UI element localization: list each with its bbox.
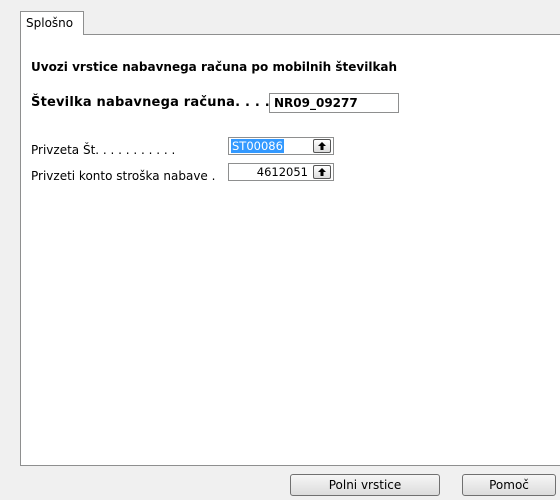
- up-arrow-icon: [318, 142, 326, 150]
- default-cost-account-lookup-button[interactable]: [313, 165, 331, 179]
- default-no-field[interactable]: ST00086: [228, 137, 334, 155]
- default-no-value: ST00086: [231, 139, 284, 153]
- invoice-number-label: Številka nabavnega računa. . . .: [31, 95, 270, 110]
- section-heading: Uvozi vrstice nabavnega računa po mobiln…: [31, 60, 398, 74]
- fill-lines-button[interactable]: Polni vrstice: [290, 474, 440, 496]
- up-arrow-icon: [318, 168, 326, 176]
- tab-general[interactable]: Splošno: [20, 11, 84, 35]
- default-no-lookup-button[interactable]: [313, 139, 331, 153]
- default-no-label: Privzeta Št. . . . . . . . . . .: [31, 143, 176, 157]
- default-cost-account-value: 4612051: [256, 165, 308, 179]
- general-panel: Uvozi vrstice nabavnega računa po mobiln…: [20, 34, 560, 466]
- default-cost-account-label: Privzeti konto stroška nabave .: [31, 169, 216, 183]
- invoice-number-field[interactable]: NR09_09277: [269, 93, 399, 113]
- default-cost-account-field[interactable]: 4612051: [228, 163, 334, 181]
- help-button[interactable]: Pomoč: [462, 474, 556, 496]
